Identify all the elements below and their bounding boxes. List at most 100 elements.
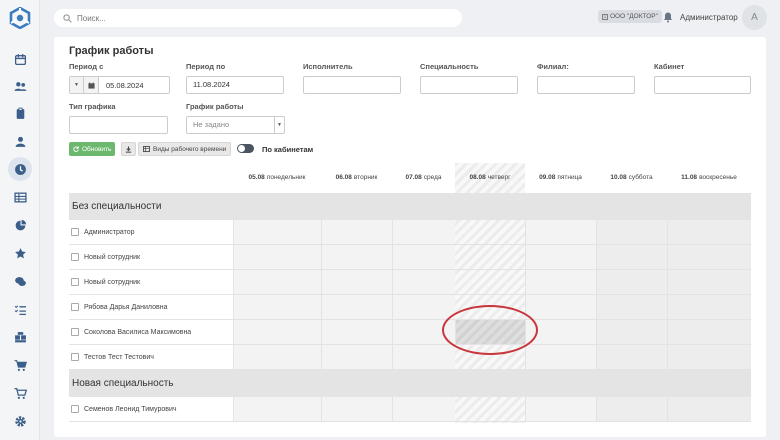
employee-name[interactable]: Тестов Тест Тестович: [84, 354, 154, 361]
calendar-picker-icon[interactable]: [84, 77, 99, 93]
cabinet-field[interactable]: [654, 76, 751, 94]
day-header-4[interactable]: 09.08 пятница: [525, 163, 596, 191]
app-logo-icon[interactable]: [9, 7, 31, 29]
schedule-cell[interactable]: [392, 295, 455, 319]
performer-field[interactable]: [303, 76, 401, 94]
schedule-cell[interactable]: [596, 295, 667, 319]
download-button[interactable]: [121, 142, 136, 156]
schedule-cell[interactable]: [233, 245, 321, 269]
avatar[interactable]: А: [742, 5, 767, 30]
schedule-cell[interactable]: [596, 397, 667, 421]
schedule-cell[interactable]: [392, 397, 455, 421]
boxes-icon[interactable]: [8, 325, 32, 349]
schedule-cell[interactable]: [233, 270, 321, 294]
chevron-down-icon[interactable]: ▼: [70, 77, 84, 93]
schedule-cell[interactable]: [667, 397, 751, 421]
schedule-cell[interactable]: [321, 220, 392, 244]
work-time-types-button[interactable]: Виды рабочего времени: [138, 142, 232, 156]
schedule-cell[interactable]: [525, 345, 596, 369]
chevron-down-icon[interactable]: ▼: [274, 117, 284, 133]
employee-name[interactable]: Новый сотрудник: [84, 279, 140, 286]
organization-badge[interactable]: ООО "ДОКТОР": [598, 10, 662, 23]
schedule-cell[interactable]: [233, 345, 321, 369]
schedule-cell[interactable]: [233, 320, 321, 344]
schedule-cell[interactable]: [596, 220, 667, 244]
search-box[interactable]: [54, 9, 462, 27]
schedule-cell[interactable]: [525, 245, 596, 269]
schedule-cell[interactable]: [525, 270, 596, 294]
day-header-3[interactable]: 08.08 четверг: [455, 163, 525, 191]
day-header-6[interactable]: 11.08 воскресенье: [667, 163, 751, 191]
schedule-cell[interactable]: [321, 320, 392, 344]
schedule-cell[interactable]: [525, 295, 596, 319]
row-checkbox[interactable]: [71, 328, 79, 336]
day-header-0[interactable]: 05.08 понедельник: [233, 163, 321, 191]
employee-name[interactable]: Семенов Леонид Тимурович: [84, 406, 177, 413]
schedule-type-field[interactable]: [69, 116, 168, 134]
cart-icon[interactable]: [8, 353, 32, 377]
chat-icon[interactable]: [8, 269, 32, 293]
star-icon[interactable]: [8, 241, 32, 265]
employee-name[interactable]: Соколова Василиса Максимовна: [84, 329, 191, 336]
clipboard-icon[interactable]: [8, 101, 32, 125]
gear-icon[interactable]: [8, 409, 32, 433]
schedule-cell[interactable]: [392, 245, 455, 269]
schedule-cell[interactable]: [233, 295, 321, 319]
calendar-icon[interactable]: [8, 47, 32, 71]
schedule-cell[interactable]: [321, 345, 392, 369]
employee-name[interactable]: Администратор: [84, 229, 135, 236]
table-icon[interactable]: [8, 185, 32, 209]
schedule-cell[interactable]: [392, 220, 455, 244]
schedule-cell[interactable]: [392, 270, 455, 294]
schedule-cell[interactable]: [667, 245, 751, 269]
period-from-field[interactable]: ▼ 05.08.2024: [69, 76, 170, 94]
row-checkbox[interactable]: [71, 278, 79, 286]
by-cabinets-toggle[interactable]: [237, 144, 254, 153]
schedule-cell[interactable]: [233, 220, 321, 244]
schedule-cell[interactable]: [667, 345, 751, 369]
row-checkbox[interactable]: [71, 228, 79, 236]
schedule-cell[interactable]: [596, 345, 667, 369]
row-checkbox[interactable]: [71, 353, 79, 361]
users-group-icon[interactable]: [8, 74, 32, 98]
specialty-field[interactable]: [420, 76, 518, 94]
schedule-cell[interactable]: [321, 295, 392, 319]
day-header-1[interactable]: 06.08 вторник: [321, 163, 392, 191]
schedule-cell[interactable]: [321, 270, 392, 294]
branch-field[interactable]: [537, 76, 635, 94]
day-header-5[interactable]: 10.08 суббота: [596, 163, 667, 191]
employee-name[interactable]: Рябова Дарья Даниловна: [84, 304, 167, 311]
user-name[interactable]: Администратор: [680, 13, 738, 22]
row-checkbox[interactable]: [71, 405, 79, 413]
schedule-cell[interactable]: [596, 245, 667, 269]
clock-icon[interactable]: [8, 157, 32, 181]
schedule-cell[interactable]: [667, 270, 751, 294]
day-header-2[interactable]: 07.08 среда: [392, 163, 455, 191]
schedule-cell[interactable]: [667, 295, 751, 319]
period-to-value[interactable]: 11.08.2024: [187, 77, 283, 93]
row-checkbox[interactable]: [71, 253, 79, 261]
work-schedule-value[interactable]: Не задано: [187, 117, 274, 133]
period-to-field[interactable]: 11.08.2024: [186, 76, 284, 94]
schedule-cell[interactable]: [392, 345, 455, 369]
work-schedule-select[interactable]: Не задано ▼: [186, 116, 285, 134]
schedule-cell[interactable]: [321, 245, 392, 269]
row-checkbox[interactable]: [71, 303, 79, 311]
refresh-button[interactable]: Обновить: [69, 142, 116, 156]
checklist-icon[interactable]: [8, 297, 32, 321]
schedule-cell[interactable]: [233, 397, 321, 421]
employee-name[interactable]: Новый сотрудник: [84, 254, 140, 261]
schedule-cell[interactable]: [596, 320, 667, 344]
period-from-value[interactable]: 05.08.2024: [99, 77, 144, 93]
schedule-cell[interactable]: [667, 320, 751, 344]
schedule-cell[interactable]: [596, 270, 667, 294]
cart-add-icon[interactable]: [8, 381, 32, 405]
search-input[interactable]: [77, 13, 457, 23]
pie-chart-icon[interactable]: [8, 213, 32, 237]
schedule-cell[interactable]: [667, 220, 751, 244]
schedule-cell[interactable]: [525, 220, 596, 244]
user-icon[interactable]: [8, 129, 32, 153]
bell-icon[interactable]: [662, 11, 674, 23]
schedule-cell[interactable]: [321, 397, 392, 421]
schedule-cell[interactable]: [525, 397, 596, 421]
